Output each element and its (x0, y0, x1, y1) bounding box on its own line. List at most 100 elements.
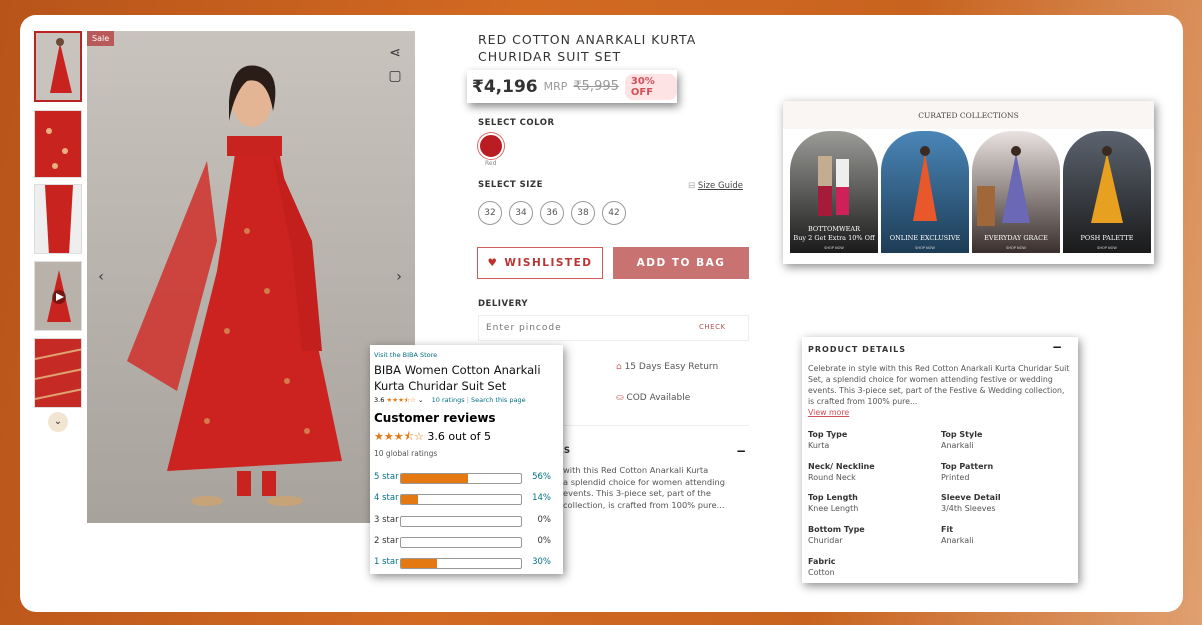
store-link[interactable]: Visit the BIBA Store (374, 351, 437, 359)
size-42[interactable]: 42 (602, 201, 626, 225)
mrp-label: MRP (543, 80, 568, 93)
thumbnail-3[interactable] (34, 184, 82, 254)
next-image-button[interactable]: › (389, 267, 409, 287)
cash-icon: ⛀ (616, 393, 627, 403)
size-guide-link[interactable]: ⊟ Size Guide (688, 181, 743, 191)
delivery-label: DELIVERY (478, 299, 529, 309)
rating-bar-percent: 30% (532, 557, 551, 568)
desc-line: collection, is crafted from 100% pure... (563, 499, 725, 510)
attribute-name: Bottom Type (808, 525, 865, 535)
rating-bar-label[interactable]: 1 star (374, 557, 399, 567)
cod-text: COD Available (626, 393, 691, 403)
attribute-name: Sleeve Detail (941, 493, 1001, 503)
collapse-icon[interactable]: − (1052, 340, 1062, 354)
size-guide-text: Size Guide (697, 181, 743, 191)
desc-line: a splendid choice for women attending (563, 476, 725, 487)
attribute-value: Churidar (808, 536, 843, 546)
discount-badge: 30% OFF (624, 73, 677, 100)
detail-attribute: Top Length Knee Length (808, 493, 858, 513)
review-product-title: BIBA Women Cotton Anarkali Kurta Churida… (374, 363, 541, 393)
rating-bar-percent: 0% (537, 514, 552, 525)
rating-bar[interactable] (400, 473, 522, 484)
shop-now-link[interactable]: SHOP NOW (972, 246, 1060, 250)
detail-attribute: Top Pattern Printed (941, 462, 993, 482)
color-name: Red (485, 160, 497, 167)
rating-bar-fill (401, 495, 418, 505)
rating-bar-fill (401, 559, 437, 569)
thumbnail-4-video[interactable] (34, 261, 82, 331)
collection-name: EVERYDAY GRACE (984, 234, 1048, 242)
attribute-value: Printed (941, 472, 970, 482)
attribute-name: Neck/ Neckline (808, 461, 875, 471)
collection-posh-palette[interactable]: POSH PALETTE SHOP NOW (1063, 131, 1151, 253)
select-size-label: SELECT SIZE (478, 180, 543, 190)
attribute-name: Top Pattern (941, 461, 994, 471)
attribute-name: Fabric (808, 556, 836, 566)
attribute-value: Round Neck (808, 472, 856, 482)
attribute-name: Top Style (941, 430, 983, 439)
cod-available: ⛀ COD Available (616, 393, 690, 403)
rating-bar (400, 536, 522, 548)
detail-attribute: Top Type Kurta (808, 430, 847, 450)
share-icon[interactable]: ⋖ (385, 43, 405, 63)
average-rating: ★★★⯪☆ 3.6 out of 5 (374, 428, 491, 447)
zoom-icon[interactable]: ▢ (385, 66, 405, 86)
prev-image-button[interactable]: ‹ (91, 267, 111, 287)
detail-attribute: Neck/ Neckline Round Neck (808, 462, 875, 482)
attribute-name: Fit (941, 525, 954, 535)
sale-badge: Sale (87, 31, 115, 46)
easy-return: ⌂ 15 Days Easy Return (616, 362, 718, 372)
rating-bar-percent: 56% (532, 472, 551, 482)
attribute-value: Knee Length (808, 504, 859, 514)
rating-bar-percent: 0% (537, 535, 552, 546)
desc-line: with this Red Cotton Anarkali Kurta (563, 465, 709, 475)
shop-now-link[interactable]: SHOP NOW (1063, 246, 1151, 250)
attribute-value: Anarkali (941, 441, 974, 450)
collection-name: POSH PALETTE (1080, 234, 1134, 242)
collapse-icon[interactable]: − (736, 444, 746, 458)
customer-reviews-heading: Customer reviews (374, 411, 496, 425)
rating-bar[interactable] (400, 558, 522, 570)
thumbnail-1[interactable] (34, 31, 82, 102)
global-ratings: 10 global ratings (374, 449, 438, 458)
customer-reviews-panel: Visit the BIBA Store BIBA Women Cotton A… (370, 345, 563, 574)
rating-bar[interactable] (400, 494, 522, 506)
attribute-value: Anarkali (941, 536, 974, 546)
collection-bottomwear[interactable]: BOTTOMWEAR Buy 2 Get Extra 10% Off SHOP N… (790, 131, 878, 253)
main-product-image: Sale ⋖ ▢ ‹ › (87, 31, 415, 523)
rating-bar-fill (401, 474, 469, 483)
rating-summary-line: 3.6 ★★★⯪☆ ⌄ 10 ratings | Search this pag… (374, 396, 526, 404)
color-swatch-red[interactable] (478, 133, 504, 159)
size-32[interactable]: 32 (478, 201, 502, 225)
wishlist-label: WISHLISTED (504, 257, 593, 269)
collection-online-exclusive[interactable]: ONLINE EXCLUSIVE SHOP NOW (881, 131, 969, 253)
price-box: ₹4,196 MRP ₹5,995 30% OFF (467, 70, 677, 103)
size-34[interactable]: 34 (509, 201, 533, 225)
size-36[interactable]: 36 (540, 201, 564, 225)
shop-now-link[interactable]: SHOP NOW (881, 246, 969, 250)
wishlist-button[interactable]: ♥ WISHLISTED (477, 247, 603, 279)
ruler-icon: ⊟ (688, 181, 698, 191)
attribute-value: Cotton (808, 567, 835, 577)
rating-value: 3.6 (374, 396, 385, 404)
detail-attribute: Bottom Type Churidar (808, 525, 865, 545)
collection-everyday-grace[interactable]: EVERYDAY GRACE SHOP NOW (972, 131, 1060, 253)
collection-name: BOTTOMWEAR (807, 225, 861, 233)
shop-now-link[interactable]: SHOP NOW (790, 246, 878, 250)
return-box-icon: ⌂ (616, 362, 625, 372)
chevron-down-icon[interactable]: ⌄ (48, 412, 68, 432)
collections-title: CURATED COLLECTIONS (783, 101, 1154, 129)
rating-bar-label[interactable]: 5 star (374, 472, 399, 482)
thumbnail-2[interactable] (34, 110, 82, 178)
rating-bar-label[interactable]: 4 star (374, 493, 399, 503)
search-page-link[interactable]: Search this page (471, 396, 526, 404)
thumbnail-5[interactable] (34, 338, 82, 408)
add-to-bag-button[interactable]: ADD TO BAG (613, 247, 749, 279)
attribute-name: Top Length (808, 493, 858, 503)
ratings-link[interactable]: 10 ratings (432, 396, 465, 404)
check-button[interactable]: CHECK (699, 323, 726, 331)
detail-attribute: Fit Anarkali (941, 525, 974, 545)
view-more-link[interactable]: View more (808, 408, 849, 417)
size-38[interactable]: 38 (571, 201, 595, 225)
rating-bar-label: 3 star (374, 514, 399, 525)
